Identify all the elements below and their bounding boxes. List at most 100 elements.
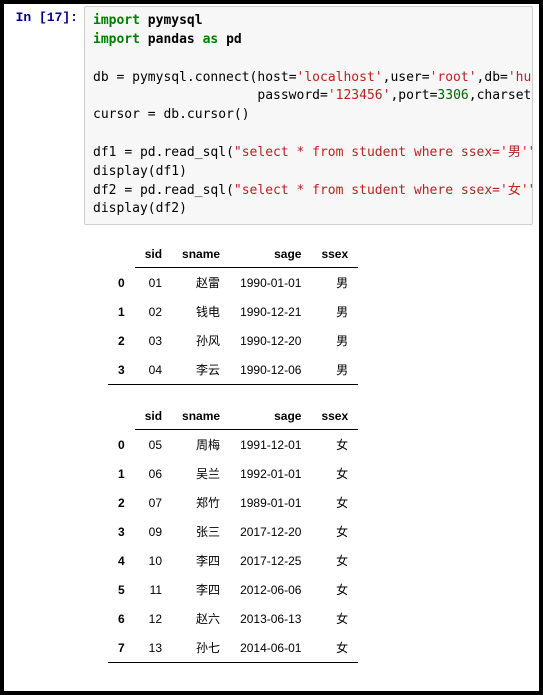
kw-password: password — [257, 88, 320, 103]
mod-pymysql: pymysql — [148, 13, 203, 28]
output-area: sid sname sage ssex 001赵雷1990-01-01男102钱… — [108, 241, 533, 663]
cell-ssex: 女 — [311, 488, 358, 517]
cell-ssex: 男 — [311, 355, 358, 385]
row-index: 1 — [108, 297, 135, 326]
cell-ssex: 女 — [311, 633, 358, 663]
cell-sname: 李四 — [172, 546, 230, 575]
table-row: 410李四2017-12-25女 — [108, 546, 358, 575]
fn-display-2: display — [93, 201, 148, 216]
col-sname: sname — [172, 403, 230, 430]
cell-sid: 10 — [135, 546, 172, 575]
cell-ssex: 女 — [311, 430, 358, 460]
row-index: 6 — [108, 604, 135, 633]
cell-sname: 张三 — [172, 517, 230, 546]
cell-sname: 赵六 — [172, 604, 230, 633]
table-row: 005周梅1991-12-01女 — [108, 430, 358, 460]
cell-sname: 周梅 — [172, 430, 230, 460]
cell-sid: 11 — [135, 575, 172, 604]
col-sname: sname — [172, 241, 230, 268]
cell-sid: 01 — [135, 268, 172, 298]
val-db: 'huangwei' — [508, 70, 533, 85]
row-index: 0 — [108, 430, 135, 460]
cell-sname: 李四 — [172, 575, 230, 604]
cell-ssex: 男 — [311, 326, 358, 355]
table-row: 304李云1990-12-06男 — [108, 355, 358, 385]
index-col-blank — [108, 403, 135, 430]
row-index: 0 — [108, 268, 135, 298]
input-prompt: In [17]: — [10, 6, 78, 25]
var-df2: df2 — [93, 183, 116, 198]
var-cursor: cursor — [93, 107, 140, 122]
cell-sage: 1990-01-01 — [230, 268, 311, 298]
val-password: '123456' — [328, 88, 391, 103]
cell-ssex: 女 — [311, 517, 358, 546]
row-index: 7 — [108, 633, 135, 663]
cell-sname: 吴兰 — [172, 459, 230, 488]
cell-sid: 07 — [135, 488, 172, 517]
col-sid: sid — [135, 403, 172, 430]
table-row: 207郑竹1989-01-01女 — [108, 488, 358, 517]
arg-df2: df2 — [156, 201, 179, 216]
table-row: 106吴兰1992-01-01女 — [108, 459, 358, 488]
cell-ssex: 男 — [311, 268, 358, 298]
kw-port: port — [398, 88, 429, 103]
row-index: 2 — [108, 326, 135, 355]
kw-db: db — [484, 70, 500, 85]
fn-display-1: display — [93, 164, 148, 179]
table-row: 102钱电1990-12-21男 — [108, 297, 358, 326]
eq-4: = — [124, 183, 132, 198]
sql1: "select * from student where ssex='男'" — [234, 145, 533, 160]
cell-ssex: 女 — [311, 459, 358, 488]
col-ssex: ssex — [311, 241, 358, 268]
cell-sname: 钱电 — [172, 297, 230, 326]
index-col-blank — [108, 241, 135, 268]
cell-ssex: 女 — [311, 575, 358, 604]
cell-sage: 2012-06-06 — [230, 575, 311, 604]
table-header-row: sid sname sage ssex — [108, 403, 358, 430]
cell-sage: 2014-06-01 — [230, 633, 311, 663]
cell-sid: 06 — [135, 459, 172, 488]
cell-ssex: 女 — [311, 546, 358, 575]
table-row: 001赵雷1990-01-01男 — [108, 268, 358, 298]
row-index: 4 — [108, 546, 135, 575]
table-body-1: 001赵雷1990-01-01男102钱电1990-12-21男203孙风199… — [108, 268, 358, 385]
cell-sid: 02 — [135, 297, 172, 326]
fn-readsql-1: pd.read_sql — [140, 145, 226, 160]
val-port: 3306 — [437, 88, 468, 103]
eq-1: = — [116, 70, 124, 85]
cell-sage: 1991-12-01 — [230, 430, 311, 460]
kw-host: host — [257, 70, 288, 85]
sql2: "select * from student where ssex='女'" — [234, 183, 533, 198]
cell-sage: 1990-12-06 — [230, 355, 311, 385]
eq-3: = — [124, 145, 132, 160]
val-host: 'localhost' — [297, 70, 383, 85]
table-row: 713孙七2014-06-01女 — [108, 633, 358, 663]
cell-sage: 2017-12-20 — [230, 517, 311, 546]
arg-df1: df1 — [156, 164, 179, 179]
cell-sname: 郑竹 — [172, 488, 230, 517]
cell-sname: 孙风 — [172, 326, 230, 355]
row-index: 2 — [108, 488, 135, 517]
cell-sid: 03 — [135, 326, 172, 355]
cell-sage: 1992-01-01 — [230, 459, 311, 488]
cell-sid: 12 — [135, 604, 172, 633]
cell-sid: 05 — [135, 430, 172, 460]
kw-user: user — [390, 70, 421, 85]
fn-connect: pymysql.connect — [132, 70, 249, 85]
code-input[interactable]: import pymysql import pandas as pd db = … — [84, 6, 533, 225]
cell-sid: 13 — [135, 633, 172, 663]
cell-sid: 04 — [135, 355, 172, 385]
row-index: 3 — [108, 355, 135, 385]
table-row: 612赵六2013-06-13女 — [108, 604, 358, 633]
fn-readsql-2: pd.read_sql — [140, 183, 226, 198]
cell-sage: 1989-01-01 — [230, 488, 311, 517]
col-sage: sage — [230, 403, 311, 430]
col-sage: sage — [230, 241, 311, 268]
cell-sage: 1990-12-21 — [230, 297, 311, 326]
kw-charset: charset — [477, 88, 532, 103]
var-db: db — [93, 70, 109, 85]
cell-sname: 李云 — [172, 355, 230, 385]
cell-ssex: 男 — [311, 297, 358, 326]
eq-2: = — [148, 107, 156, 122]
var-df1: df1 — [93, 145, 116, 160]
